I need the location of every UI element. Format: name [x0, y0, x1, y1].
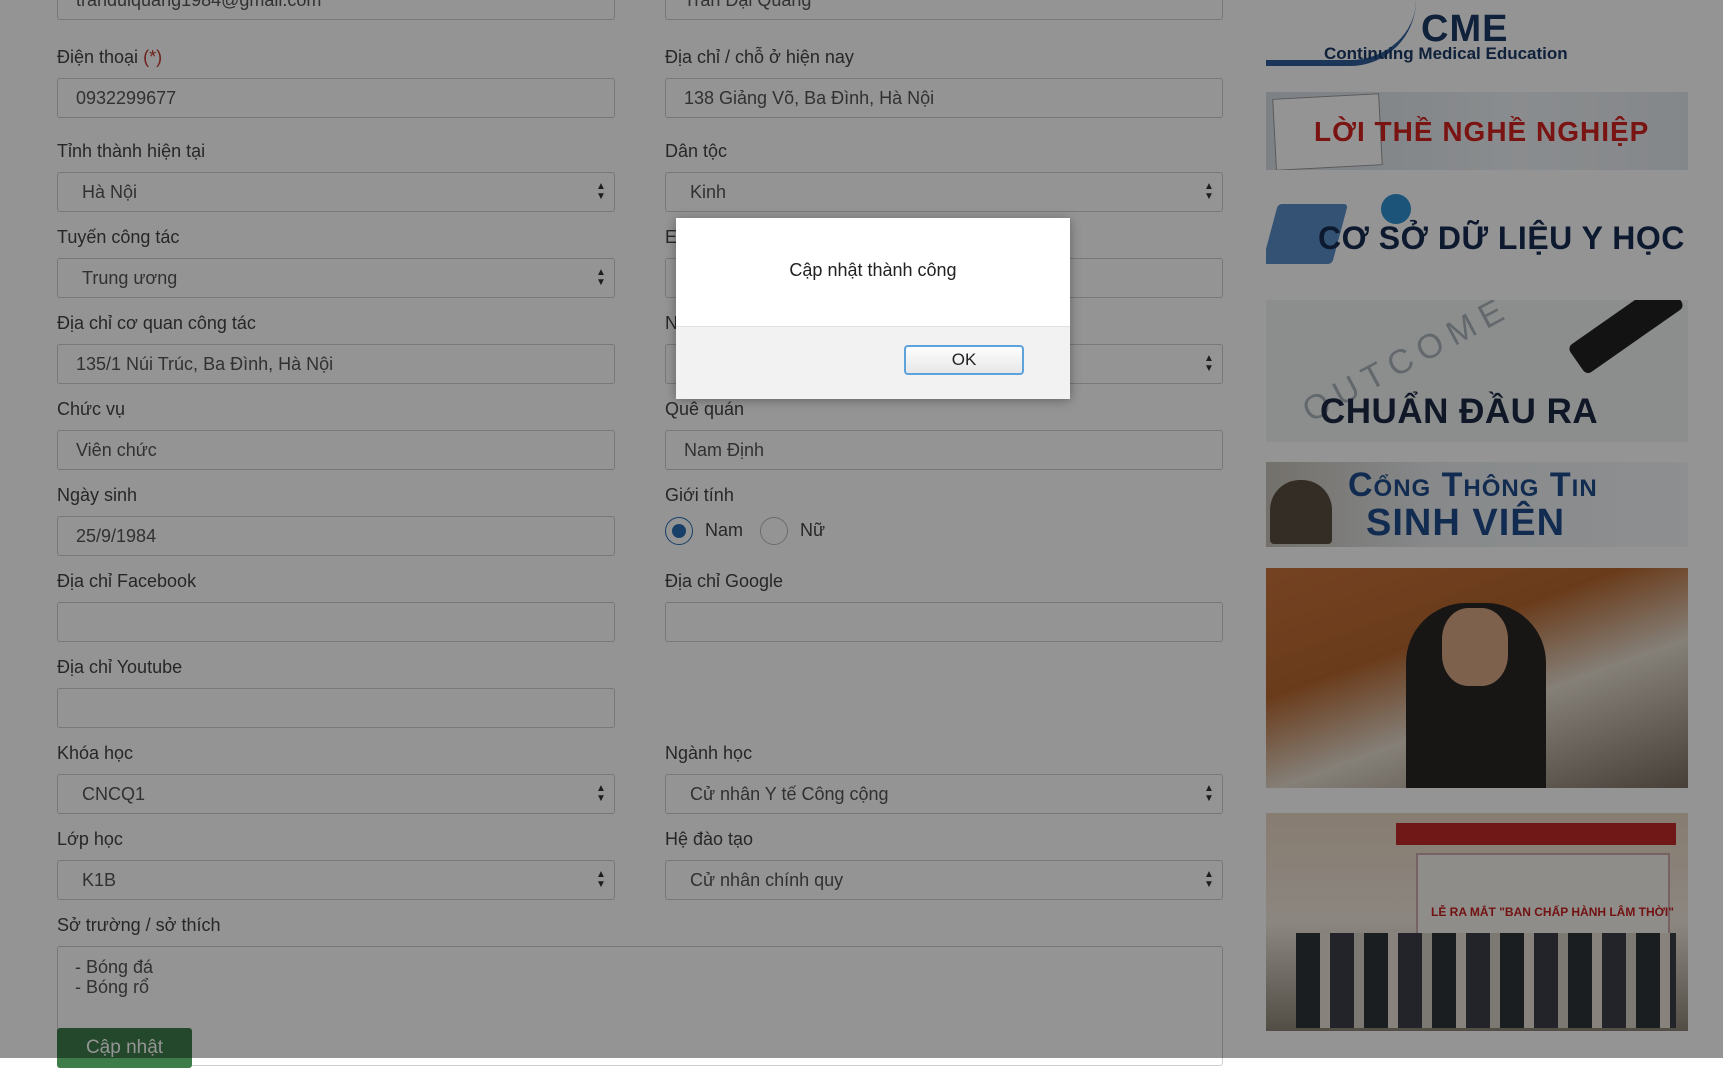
ok-button[interactable]: OK: [904, 345, 1024, 375]
alert-dialog: Cập nhật thành công OK: [676, 218, 1070, 399]
dialog-footer: OK: [676, 326, 1070, 399]
alert-message: Cập nhật thành công: [789, 260, 957, 280]
modal-overlay: [0, 0, 1723, 1058]
